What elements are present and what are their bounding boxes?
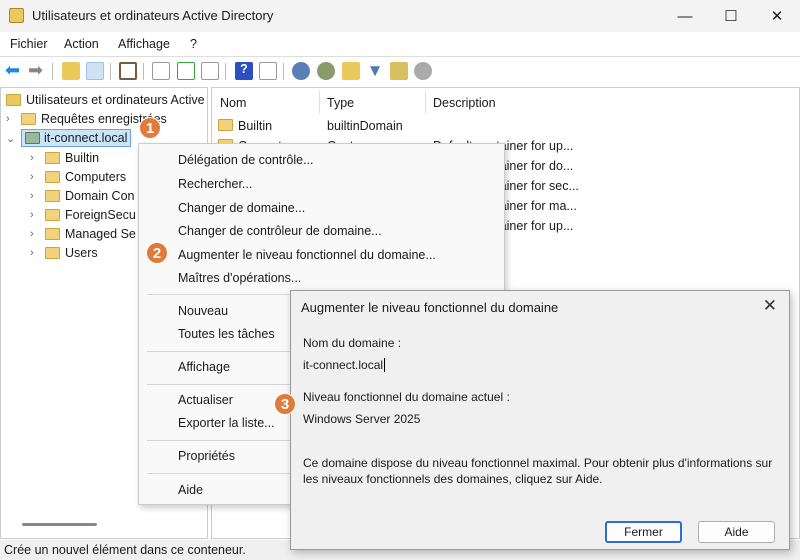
menu-item-affichage[interactable]: Affichage: [178, 360, 230, 374]
tree-label: Utilisateurs et ordinateurs Active: [26, 93, 205, 107]
folder-icon: [45, 171, 60, 183]
chevron-right-icon[interactable]: ›: [6, 113, 16, 125]
list-row[interactable]: Builtin: [218, 119, 272, 133]
menu-fichier[interactable]: Fichier: [10, 37, 48, 51]
menu-item-rechercher[interactable]: Rechercher...: [178, 177, 252, 191]
find-icon[interactable]: [390, 62, 408, 80]
raise-domain-level-dialog: Augmenter le niveau fonctionnel du domai…: [290, 290, 790, 550]
folder-icon: [45, 228, 60, 240]
tree-label: ForeignSecu: [65, 208, 136, 222]
new-user-icon[interactable]: [292, 62, 310, 80]
tree-domain[interactable]: ⌄ it-connect.local: [6, 128, 132, 148]
folder-icon: [218, 119, 233, 131]
menu-item-proprietes[interactable]: Propriétés: [178, 449, 235, 463]
close-button[interactable]: ✕: [754, 0, 800, 32]
domain-name-value[interactable]: it-connect.local: [303, 358, 386, 372]
step-badge-3: 3: [274, 393, 296, 415]
minimize-button[interactable]: —: [662, 0, 708, 32]
chevron-right-icon[interactable]: ›: [30, 190, 40, 202]
tree-item[interactable]: › Managed Se: [30, 227, 136, 241]
column-header-nom[interactable]: Nom: [220, 96, 246, 110]
step-badge-2: 2: [146, 242, 168, 264]
properties-icon[interactable]: [152, 62, 170, 80]
title-bar: Utilisateurs et ordinateurs Active Direc…: [0, 0, 800, 32]
column-header-type[interactable]: Type: [327, 96, 354, 110]
tree-item[interactable]: › Domain Con: [30, 189, 134, 203]
horizontal-scrollbar[interactable]: [22, 523, 97, 526]
folder-icon: [45, 209, 60, 221]
step-badge-1: 1: [139, 117, 161, 139]
info-text: Ce domaine dispose du niveau fonctionnel…: [303, 456, 773, 486]
clipboard-icon[interactable]: [119, 62, 137, 80]
menu-item-changer-controleur[interactable]: Changer de contrôleur de domaine...: [178, 224, 382, 238]
help-icon[interactable]: ?: [235, 62, 253, 80]
dialog-close-icon[interactable]: ✕: [763, 296, 777, 316]
column-header-description[interactable]: Description: [433, 96, 496, 110]
tree-root[interactable]: Utilisateurs et ordinateurs Active: [6, 93, 205, 107]
menu-item-exporter[interactable]: Exporter la liste...: [178, 416, 275, 430]
fermer-button[interactable]: Fermer: [605, 521, 682, 543]
tree-label: Computers: [65, 170, 127, 184]
menu-item-nouveau[interactable]: Nouveau: [178, 304, 228, 318]
menu-item-augmenter-niveau[interactable]: Augmenter le niveau fonctionnel du domai…: [178, 248, 436, 262]
domain-icon: [25, 132, 40, 144]
menu-item-maitres-operations[interactable]: Maîtres d'opérations...: [178, 271, 301, 285]
row-name: Builtin: [238, 119, 273, 133]
menu-affichage[interactable]: Affichage: [118, 37, 170, 51]
domain-name-label: Nom du domaine :: [303, 336, 402, 350]
menu-item-changer-domaine[interactable]: Changer de domaine...: [178, 201, 305, 215]
current-level-label: Niveau fonctionnel du domaine actuel :: [303, 390, 510, 404]
tree-item[interactable]: › Computers: [30, 170, 126, 184]
menu-action[interactable]: Action: [64, 37, 99, 51]
row-type: builtinDomain: [327, 119, 403, 133]
dialog-title: Augmenter le niveau fonctionnel du domai…: [301, 300, 559, 315]
folder-icon: [21, 113, 36, 125]
add-to-group-icon[interactable]: [414, 62, 432, 80]
status-text: Crée un nouvel élément dans ce conteneur…: [4, 543, 246, 557]
tree-item[interactable]: › Builtin: [30, 151, 99, 165]
export-icon[interactable]: [201, 62, 219, 80]
tree-item[interactable]: › ForeignSecu: [30, 208, 136, 222]
folder-icon: [45, 247, 60, 259]
folder-icon: [45, 152, 60, 164]
chevron-down-icon[interactable]: ⌄: [6, 132, 16, 145]
ad-icon: [6, 94, 21, 106]
console-tree-icon[interactable]: [86, 62, 104, 80]
menu-item-aide[interactable]: Aide: [178, 483, 203, 497]
aide-button[interactable]: Aide: [698, 521, 775, 543]
menu-item-delegation[interactable]: Délégation de contrôle...: [178, 153, 314, 167]
back-icon[interactable]: ⬅: [5, 61, 23, 80]
menu-item-toutes-taches[interactable]: Toutes les tâches: [178, 327, 275, 341]
chevron-right-icon[interactable]: ›: [30, 171, 40, 183]
chevron-right-icon[interactable]: ›: [30, 209, 40, 221]
menu-bar: Fichier Action Affichage ?: [0, 32, 800, 55]
folder-icon: [45, 190, 60, 202]
up-folder-icon[interactable]: [62, 62, 80, 80]
tree-label: Managed Se: [65, 227, 136, 241]
forward-icon[interactable]: ➡: [28, 61, 46, 80]
tree-label: Users: [65, 246, 98, 260]
toolbar: ⬅ ➡ ? ▼: [0, 56, 800, 85]
maximize-button[interactable]: ☐: [708, 0, 754, 32]
chevron-right-icon[interactable]: ›: [30, 228, 40, 240]
filter-icon[interactable]: ▼: [366, 62, 384, 80]
show-pane-icon[interactable]: [259, 62, 277, 80]
app-icon: [9, 8, 24, 23]
chevron-right-icon[interactable]: ›: [30, 152, 40, 164]
refresh-icon[interactable]: [177, 62, 195, 80]
new-ou-icon[interactable]: [342, 62, 360, 80]
window-title: Utilisateurs et ordinateurs Active Direc…: [32, 8, 274, 23]
tree-label: it-connect.local: [44, 131, 128, 145]
menu-item-actualiser[interactable]: Actualiser: [178, 393, 233, 407]
tree-label: Domain Con: [65, 189, 135, 203]
current-level-value: Windows Server 2025: [303, 412, 421, 426]
tree-label: Builtin: [65, 151, 100, 165]
chevron-right-icon[interactable]: ›: [30, 247, 40, 259]
tree-item[interactable]: › Users: [30, 246, 98, 260]
new-group-icon[interactable]: [317, 62, 335, 80]
menu-help[interactable]: ?: [190, 37, 197, 51]
